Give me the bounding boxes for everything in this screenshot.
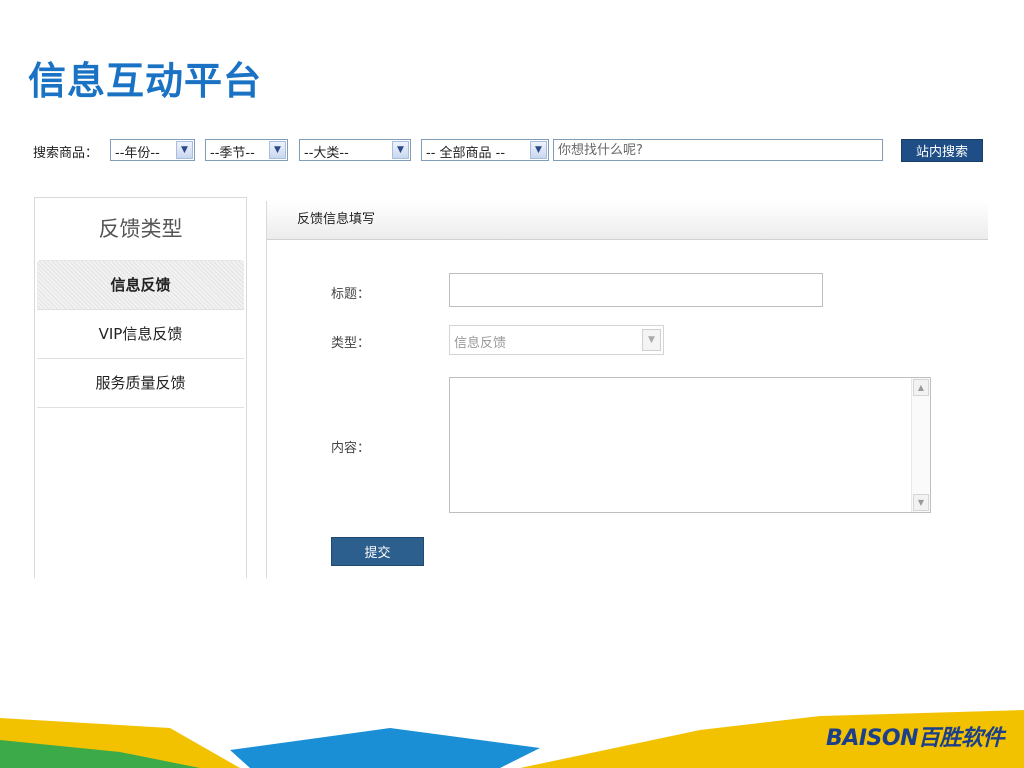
chevron-down-icon: ▼ <box>642 329 661 351</box>
year-select-value: --年份-- <box>115 146 160 161</box>
content-textarea[interactable]: ▲ ▼ <box>449 377 931 513</box>
year-select[interactable]: --年份-- ▼ <box>110 139 195 161</box>
search-label: 搜索商品： <box>33 146 99 161</box>
type-select-value: 信息反馈 <box>454 336 507 351</box>
search-bar: 搜索商品： --年份-- ▼ --季节-- ▼ --大类-- ▼ -- 全部商品… <box>33 137 993 163</box>
title-label: 标题： <box>331 287 371 302</box>
category-select-value: --大类-- <box>304 146 349 161</box>
footer-banner: BAISON百胜软件 <box>0 700 1024 768</box>
sidebar-item-service-feedback[interactable]: 服务质量反馈 <box>37 359 244 408</box>
type-label: 类型： <box>331 336 371 351</box>
chevron-down-icon: ▼ <box>392 141 409 159</box>
scroll-up-icon[interactable]: ▲ <box>913 379 929 396</box>
product-select[interactable]: -- 全部商品 -- ▼ <box>421 139 549 161</box>
chevron-down-icon: ▼ <box>269 141 286 159</box>
submit-button[interactable]: 提交 <box>331 537 424 566</box>
chevron-down-icon: ▼ <box>530 141 547 159</box>
search-input[interactable] <box>553 139 883 161</box>
season-select-value: --季节-- <box>210 146 255 161</box>
season-select[interactable]: --季节-- ▼ <box>205 139 288 161</box>
sidebar-item-vip-feedback[interactable]: VIP信息反馈 <box>37 310 244 359</box>
site-search-button[interactable]: 站内搜索 <box>901 139 983 162</box>
product-select-value: -- 全部商品 -- <box>426 146 506 161</box>
feedback-form-panel: 反馈信息填写 标题： 类型： 信息反馈 ▼ 内容： ▲ ▼ 提交 <box>266 201 988 578</box>
scrollbar[interactable]: ▲ ▼ <box>911 378 930 512</box>
chevron-down-icon: ▼ <box>176 141 193 159</box>
title-input[interactable] <box>449 273 823 307</box>
sidebar-title: 反馈类型 <box>39 198 242 261</box>
brand-logo: BAISON百胜软件 <box>826 726 1004 751</box>
page-title: 信息互动平台 <box>28 59 263 103</box>
content-label: 内容： <box>331 441 371 456</box>
category-select[interactable]: --大类-- ▼ <box>299 139 411 161</box>
panel-header: 反馈信息填写 <box>267 201 988 240</box>
type-select[interactable]: 信息反馈 ▼ <box>449 325 664 355</box>
feedback-type-sidebar: 反馈类型 信息反馈 VIP信息反馈 服务质量反馈 <box>34 197 247 578</box>
scroll-down-icon[interactable]: ▼ <box>913 494 929 511</box>
sidebar-item-info-feedback[interactable]: 信息反馈 <box>37 261 244 310</box>
